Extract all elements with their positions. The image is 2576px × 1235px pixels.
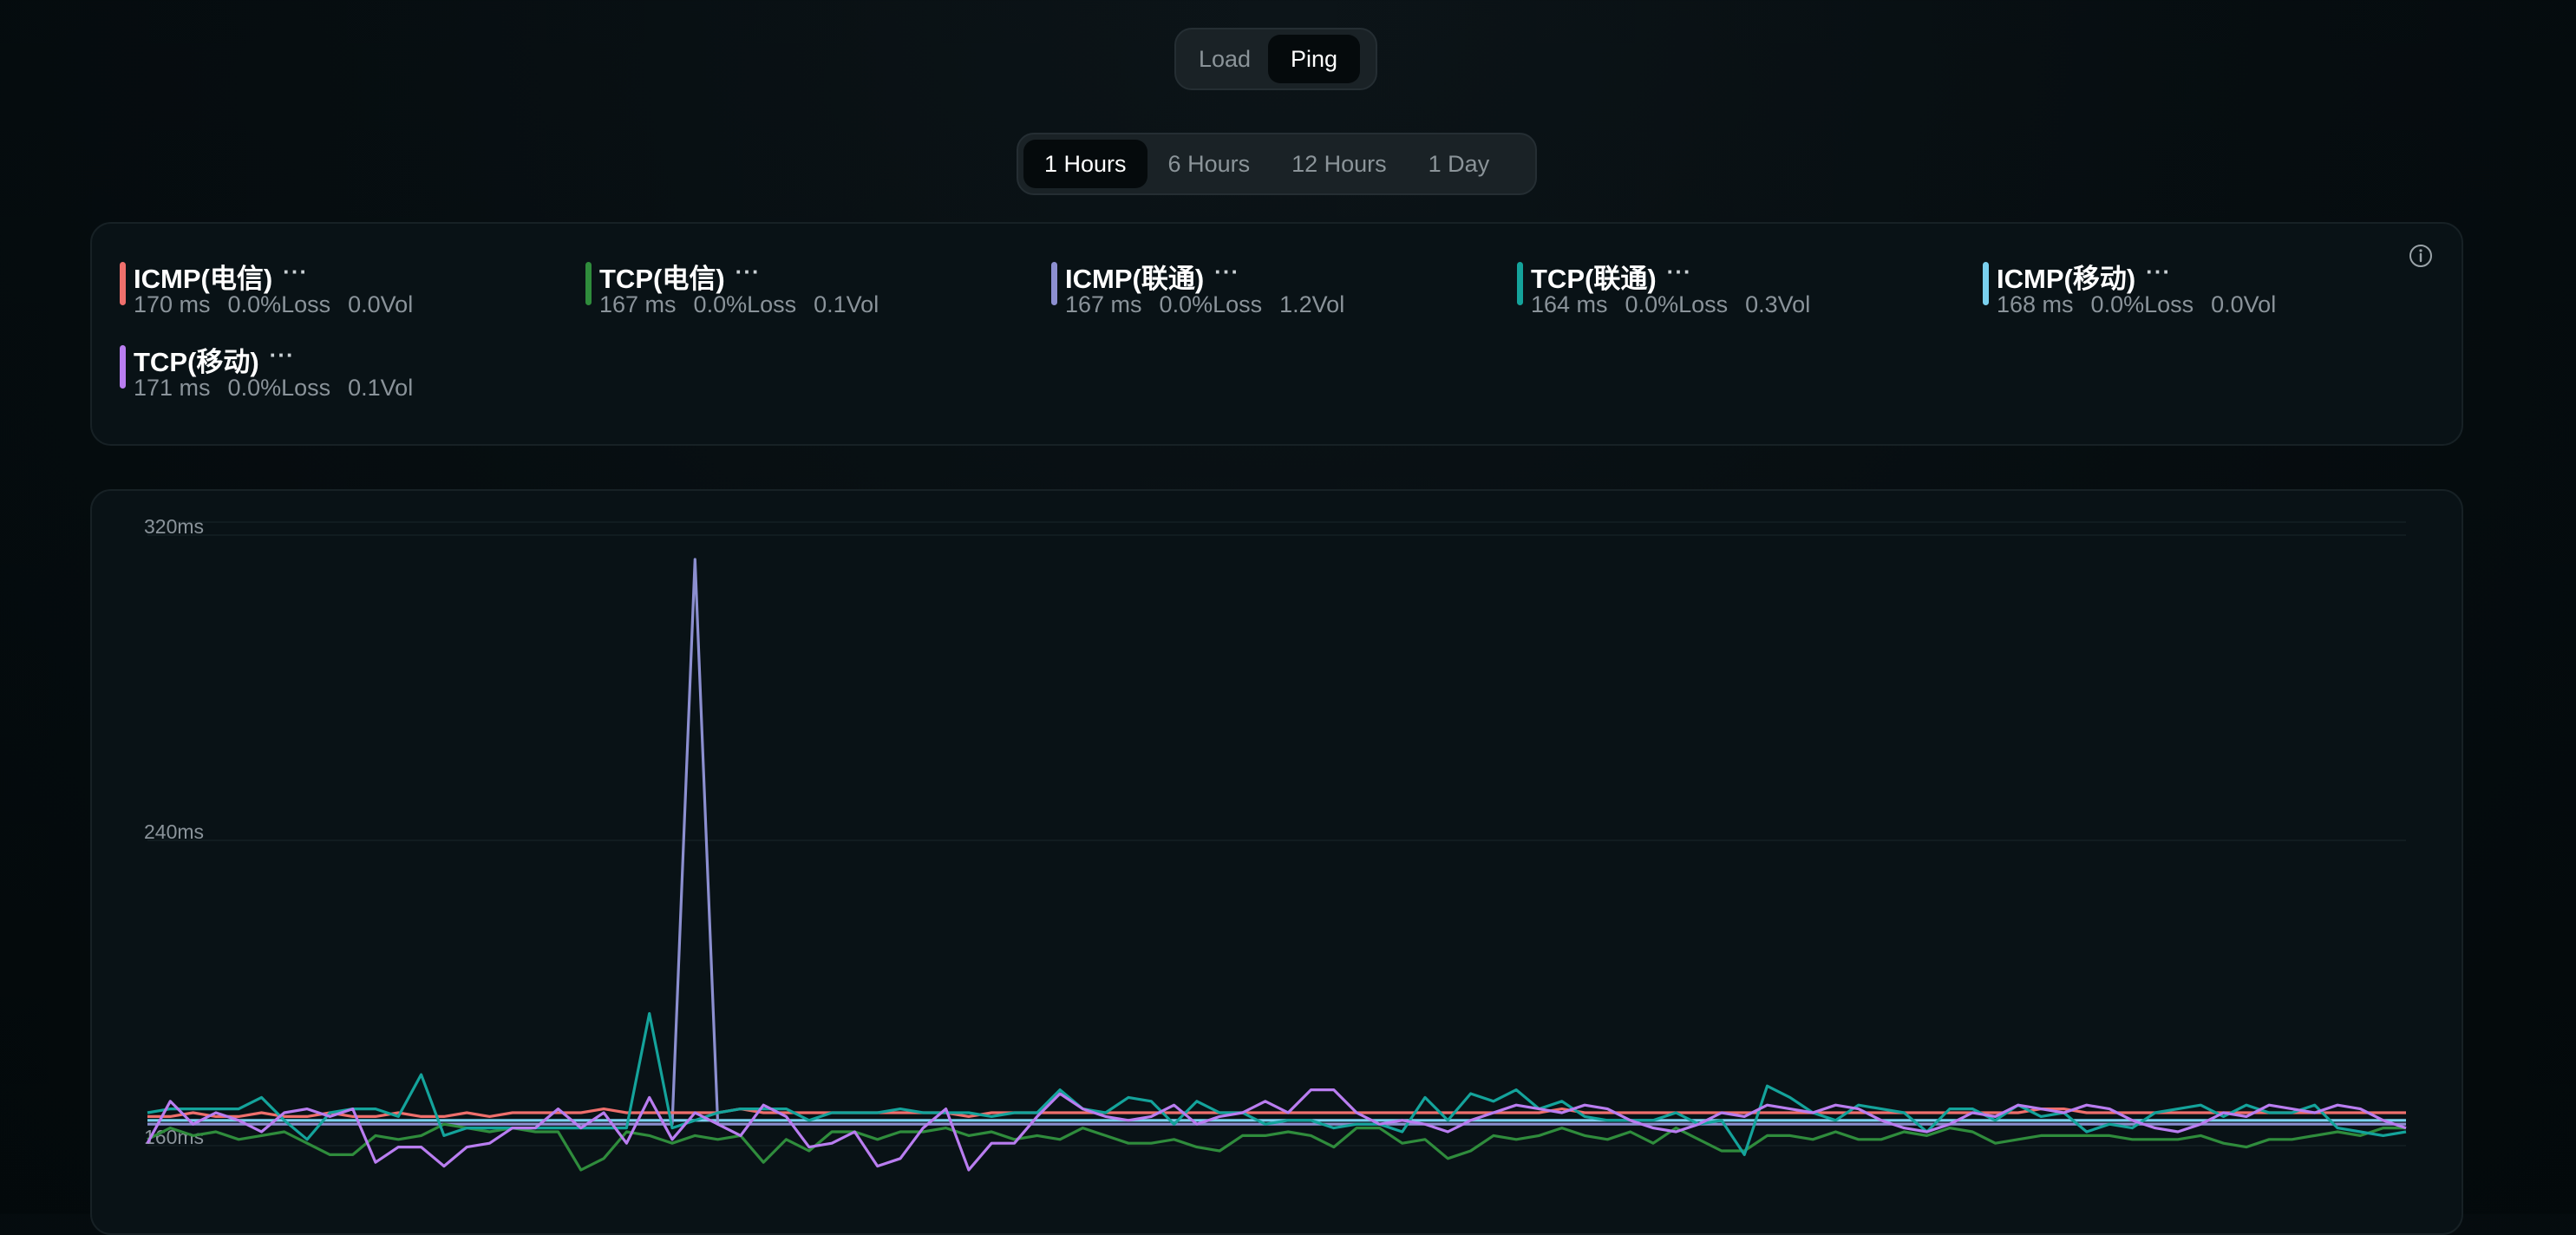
more-icon[interactable]: ··· [736, 260, 761, 283]
legend-item-icmp-mobile[interactable]: ICMP(移动) ··· 168 ms 0.0%Loss 0.0Vol [1983, 257, 2434, 317]
chart-card: 320ms 240ms 160ms [90, 489, 2463, 1235]
legend-color-bar [1983, 262, 1989, 305]
latency-value: 167 ms [1065, 291, 1142, 317]
vol-value: 0.3Vol [1745, 291, 1811, 317]
legend-item-tcp-unicom[interactable]: TCP(联通) ··· 164 ms 0.0%Loss 0.3Vol [1517, 257, 1968, 317]
series-line [147, 558, 2406, 1126]
latency-value: 167 ms [599, 291, 677, 317]
vol-value: 0.1Vol [348, 375, 414, 401]
legend-name-text: ICMP(移动) [1997, 264, 2136, 294]
loss-value: 0.0%Loss [693, 291, 797, 317]
view-toggle: Load Ping [1174, 28, 1377, 90]
legend-color-bar [1051, 262, 1057, 305]
more-icon[interactable]: ··· [283, 260, 308, 283]
range-6-hours[interactable]: 6 Hours [1147, 140, 1272, 188]
legend-stats: 168 ms 0.0%Loss 0.0Vol [1997, 291, 2293, 318]
tab-load[interactable]: Load [1181, 35, 1268, 83]
legend-name: ICMP(电信) ··· [134, 257, 308, 296]
range-1-day[interactable]: 1 Day [1408, 140, 1511, 188]
legend-name: TCP(移动) ··· [134, 340, 295, 379]
legend-name-text: ICMP(联通) [1065, 264, 1205, 294]
legend-name: TCP(联通) ··· [1531, 257, 1692, 296]
legend-name-text: TCP(移动) [134, 347, 259, 377]
legend-color-bar [585, 262, 592, 305]
vol-value: 0.0Vol [348, 291, 414, 317]
legend-name: ICMP(联通) ··· [1065, 257, 1239, 296]
legend-color-bar [120, 345, 126, 389]
legend-card: ICMP(电信) ··· 170 ms 0.0%Loss 0.0Vol TCP(电信… [90, 222, 2463, 446]
latency-value: 168 ms [1997, 291, 2074, 317]
range-12-hours[interactable]: 12 Hours [1271, 140, 1408, 188]
legend-stats: 164 ms 0.0%Loss 0.3Vol [1531, 291, 1827, 318]
legend-stats: 170 ms 0.0%Loss 0.0Vol [134, 291, 430, 318]
legend-item-icmp-telecom[interactable]: ICMP(电信) ··· 170 ms 0.0%Loss 0.0Vol [120, 257, 571, 317]
more-icon[interactable]: ··· [2146, 260, 2171, 283]
more-icon[interactable]: ··· [1667, 260, 1692, 283]
vol-value: 0.1Vol [814, 291, 879, 317]
legend-name-text: TCP(联通) [1531, 264, 1657, 294]
vol-value: 1.2Vol [1279, 291, 1345, 317]
latency-value: 164 ms [1531, 291, 1608, 317]
ping-chart: 320ms240ms160ms [144, 515, 2407, 1172]
legend-item-tcp-telecom[interactable]: TCP(电信) ··· 167 ms 0.0%Loss 0.1Vol [585, 257, 1036, 317]
legend-name-text: TCP(电信) [599, 264, 725, 294]
legend-name: TCP(电信) ··· [599, 257, 761, 296]
legend-name: ICMP(移动) ··· [1997, 257, 2171, 296]
vol-value: 0.0Vol [2211, 291, 2277, 317]
time-range-toggle: 1 Hours 6 Hours 12 Hours 1 Day [1017, 133, 1537, 195]
legend-name-text: ICMP(电信) [134, 264, 273, 294]
series-line [147, 1122, 2406, 1172]
loss-value: 0.0%Loss [1625, 291, 1729, 317]
y-tick-label: 320ms [144, 515, 204, 538]
legend-item-tcp-mobile[interactable]: TCP(移动) ··· 171 ms 0.0%Loss 0.1Vol [120, 340, 571, 401]
tab-ping[interactable]: Ping [1268, 35, 1360, 83]
legend-color-bar [120, 262, 126, 305]
loss-value: 0.0%Loss [2090, 291, 2194, 317]
more-icon[interactable]: ··· [1214, 260, 1239, 283]
legend-item-icmp-unicom[interactable]: ICMP(联通) ··· 167 ms 0.0%Loss 1.2Vol [1051, 257, 1502, 317]
loss-value: 0.0%Loss [227, 375, 331, 401]
legend-color-bar [1517, 262, 1523, 305]
info-icon[interactable] [2408, 243, 2434, 269]
latency-value: 170 ms [134, 291, 211, 317]
loss-value: 0.0%Loss [1159, 291, 1263, 317]
range-1-hours[interactable]: 1 Hours [1023, 140, 1147, 188]
legend-stats: 171 ms 0.0%Loss 0.1Vol [134, 375, 430, 402]
legend-stats: 167 ms 0.0%Loss 0.1Vol [599, 291, 896, 318]
more-icon[interactable]: ··· [270, 343, 295, 366]
legend-stats: 167 ms 0.0%Loss 1.2Vol [1065, 291, 1362, 318]
loss-value: 0.0%Loss [227, 291, 331, 317]
latency-value: 171 ms [134, 375, 211, 401]
y-tick-label: 240ms [144, 820, 204, 843]
